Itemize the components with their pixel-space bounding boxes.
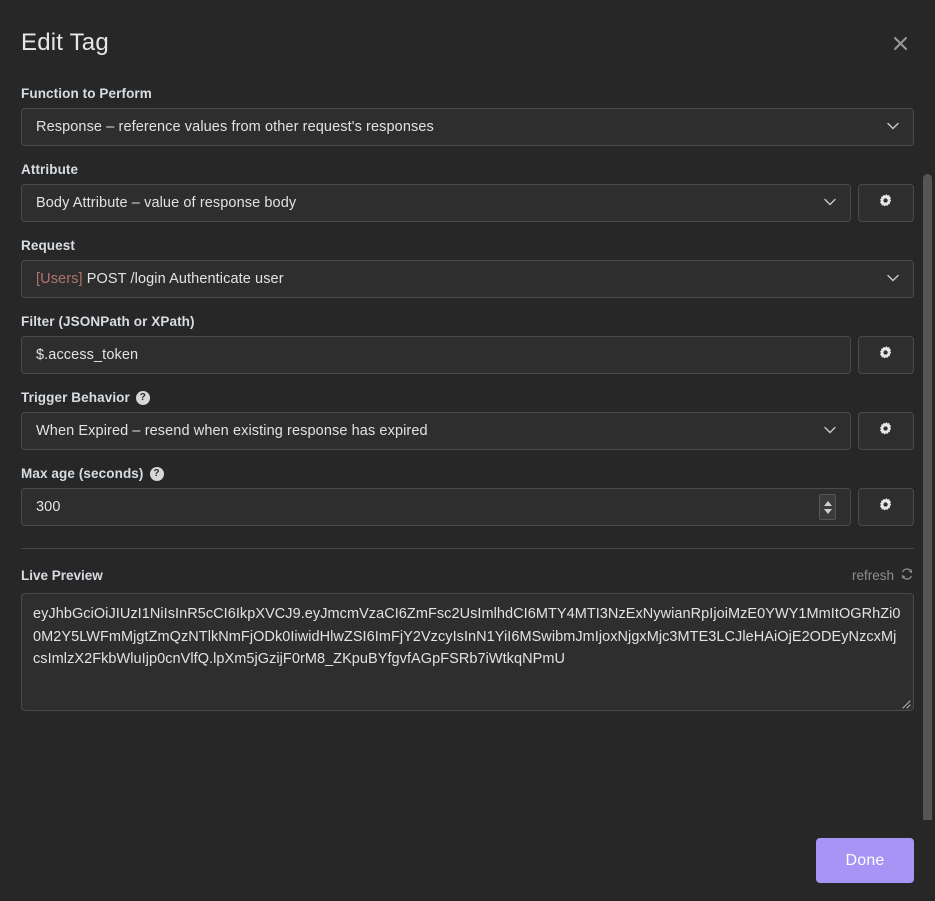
help-icon[interactable]: ? [149,466,164,481]
control-row: $.access_token [21,336,914,374]
chevron-down-icon [887,122,899,130]
field-filter: Filter (JSONPath or XPath) $.access_toke… [21,314,914,374]
max-age-input-value: 300 [36,499,61,515]
attribute-settings-button[interactable] [858,184,914,222]
refresh-button[interactable]: refresh [852,567,914,584]
resize-handle-icon[interactable] [899,696,911,709]
function-select[interactable]: Response – reference values from other r… [21,108,914,146]
chevron-down-icon [824,198,836,206]
field-label: Filter (JSONPath or XPath) [21,314,914,329]
filter-input[interactable]: $.access_token [21,336,851,374]
dialog-body: Function to Perform Response – reference… [0,86,935,820]
trigger-behavior-select[interactable]: When Expired – resend when existing resp… [21,412,851,450]
page-title: Edit Tag [21,29,109,56]
stepper-up-icon[interactable] [823,500,832,506]
control-row: 300 [21,488,914,526]
section-divider [21,548,914,549]
field-max-age: Max age (seconds) ? 300 [21,466,914,526]
refresh-icon [900,567,914,584]
live-preview-header: Live Preview refresh [21,567,914,584]
function-select-value: Response – reference values from other r… [36,119,434,135]
gear-icon [879,346,894,364]
control-row: Body Attribute – value of response body [21,184,914,222]
stepper-down-icon[interactable] [823,508,832,514]
request-folder-tag: [Users] [36,271,83,287]
chevron-down-icon [887,274,899,282]
attribute-select-value: Body Attribute – value of response body [36,195,297,211]
field-label: Attribute [21,162,914,177]
control-row: [Users] POST /login Authenticate user [21,260,914,298]
label-text: Max age (seconds) [21,466,144,481]
trigger-behavior-value: When Expired – resend when existing resp… [36,423,428,439]
done-button[interactable]: Done [816,838,914,883]
refresh-label: refresh [851,568,894,583]
field-request: Request [Users] POST /login Authenticate… [21,238,914,298]
max-age-input[interactable]: 300 [21,488,851,526]
field-label: Trigger Behavior ? [21,390,914,405]
scrollbar-thumb[interactable] [923,174,932,820]
field-function-to-perform: Function to Perform Response – reference… [21,86,914,146]
request-select[interactable]: [Users] POST /login Authenticate user [21,260,914,298]
label-text: Attribute [21,162,79,177]
gear-icon [879,422,894,440]
close-icon[interactable] [885,28,915,58]
field-label: Request [21,238,914,253]
attribute-select[interactable]: Body Attribute – value of response body [21,184,851,222]
label-text: Trigger Behavior [21,390,130,405]
scrollbar-track[interactable] [923,172,932,820]
filter-settings-button[interactable] [858,336,914,374]
field-label: Max age (seconds) ? [21,466,914,481]
live-preview-value: eyJhbGciOiJIUzI1NiIsInR5cCI6IkpXVCJ9.eyJ… [33,606,901,667]
live-preview-section: Live Preview refresh eyJhbGciOiJIUzI1NiI… [21,567,914,711]
live-preview-textarea[interactable]: eyJhbGciOiJIUzI1NiIsInR5cCI6IkpXVCJ9.eyJ… [21,593,914,711]
edit-tag-dialog: Edit Tag Function to Perform Response – … [0,0,935,901]
control-row: When Expired – resend when existing resp… [21,412,914,450]
help-icon[interactable]: ? [135,390,150,405]
gear-icon [879,194,894,212]
control-row: Response – reference values from other r… [21,108,914,146]
label-text: Request [21,238,75,253]
chevron-down-icon [824,426,836,434]
request-name: POST /login Authenticate user [82,271,284,287]
request-select-value: [Users] POST /login Authenticate user [36,271,877,287]
dialog-header: Edit Tag [0,0,935,86]
live-preview-title: Live Preview [21,568,103,583]
dialog-footer: Done [0,820,935,901]
quantity-stepper[interactable] [819,494,836,520]
field-trigger-behavior: Trigger Behavior ? When Expired – resend… [21,390,914,450]
gear-icon [879,498,894,516]
filter-input-value: $.access_token [36,347,139,363]
label-text: Function to Perform [21,86,152,101]
trigger-settings-button[interactable] [858,412,914,450]
max-age-settings-button[interactable] [858,488,914,526]
label-text: Filter (JSONPath or XPath) [21,314,195,329]
field-label: Function to Perform [21,86,914,101]
field-attribute: Attribute Body Attribute – value of resp… [21,162,914,222]
